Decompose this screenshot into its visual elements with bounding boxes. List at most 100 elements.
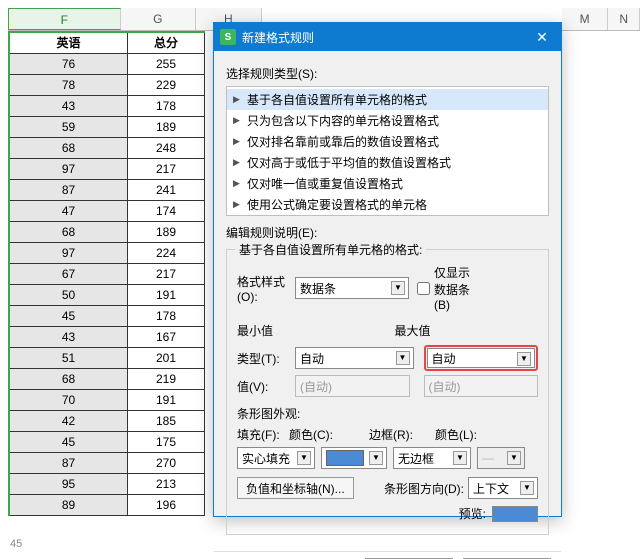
select-rule-type-label: 选择规则类型(S): (226, 65, 549, 82)
data-grid[interactable]: 英语总分762557822943178591896824897217872414… (8, 31, 205, 516)
table-cell[interactable]: 174 (128, 201, 205, 222)
value-label: 值(V): (237, 378, 295, 395)
chevron-down-icon: ▼ (297, 451, 311, 465)
close-icon[interactable]: ✕ (529, 29, 555, 46)
table-cell[interactable]: 95 (10, 474, 128, 495)
max-header: 最大值 (395, 322, 539, 339)
negative-axis-button[interactable]: 负值和坐标轴(N)... (237, 477, 354, 499)
table-cell[interactable]: 201 (128, 348, 205, 369)
table-cell[interactable]: 191 (128, 285, 205, 306)
color-l-label: 颜色(L): (435, 426, 493, 443)
rule-type-item[interactable]: ▶只为包含以下内容的单元格设置格式 (227, 110, 548, 131)
rule-settings-group: 基于各自值设置所有单元格的格式: 格式样式(O): 数据条▼ 仅显示数据条(B)… (226, 249, 549, 535)
group-legend: 基于各自值设置所有单元格的格式: (235, 241, 426, 258)
table-cell[interactable]: 219 (128, 369, 205, 390)
table-cell[interactable]: 196 (128, 495, 205, 516)
table-cell[interactable]: 270 (128, 453, 205, 474)
color-c-label: 颜色(C): (289, 426, 363, 443)
chevron-down-icon: ▼ (396, 351, 410, 365)
table-cell[interactable]: 50 (10, 285, 128, 306)
table-cell[interactable]: 178 (128, 306, 205, 327)
border-select[interactable]: 无边框▼ (393, 447, 471, 469)
table-cell[interactable]: 224 (128, 243, 205, 264)
table-cell[interactable]: 175 (128, 432, 205, 453)
table-header[interactable]: 英语 (10, 33, 128, 54)
table-cell[interactable]: 70 (10, 390, 128, 411)
triangle-icon: ▶ (233, 136, 243, 147)
rule-type-item[interactable]: ▶仅对高于或低于平均值的数值设置格式 (227, 152, 548, 173)
table-cell[interactable]: 255 (128, 54, 205, 75)
color-c-select[interactable]: ▼ (321, 447, 387, 469)
table-cell[interactable]: 185 (128, 411, 205, 432)
chevron-down-icon: ▼ (369, 451, 383, 465)
value-max-input: (自动) (424, 375, 539, 397)
bar-appearance-header: 条形图外观: (237, 405, 538, 422)
table-cell[interactable]: 87 (10, 453, 128, 474)
table-cell[interactable]: 89 (10, 495, 128, 516)
table-cell[interactable]: 87 (10, 180, 128, 201)
format-style-label: 格式样式(O): (237, 273, 295, 304)
type-max-select[interactable]: 自动▼ (427, 348, 536, 368)
col-header-n[interactable]: N (608, 8, 640, 30)
table-cell[interactable]: 43 (10, 96, 128, 117)
table-cell[interactable]: 68 (10, 138, 128, 159)
preview-swatch (492, 506, 538, 522)
table-cell[interactable]: 178 (128, 96, 205, 117)
chevron-down-icon: ▼ (391, 281, 405, 295)
table-cell[interactable]: 76 (10, 54, 128, 75)
table-cell[interactable]: 217 (128, 159, 205, 180)
show-bar-only-checkbox[interactable]: 仅显示数据条(B) (417, 264, 475, 312)
table-cell[interactable]: 43 (10, 327, 128, 348)
col-header-g[interactable]: G (121, 8, 196, 30)
table-cell[interactable]: 189 (128, 117, 205, 138)
table-cell[interactable]: 45 (10, 432, 128, 453)
color-l-select[interactable]: —▼ (477, 447, 525, 469)
table-cell[interactable]: 78 (10, 75, 128, 96)
chevron-down-icon: ▼ (520, 481, 534, 495)
triangle-icon: ▶ (233, 199, 243, 210)
table-cell[interactable]: 167 (128, 327, 205, 348)
table-cell[interactable]: 45 (10, 306, 128, 327)
rule-type-item[interactable]: ▶仅对排名靠前或靠后的数值设置格式 (227, 131, 548, 152)
type-label: 类型(T): (237, 350, 295, 367)
table-cell[interactable]: 59 (10, 117, 128, 138)
table-cell[interactable]: 42 (10, 411, 128, 432)
table-cell[interactable]: 217 (128, 264, 205, 285)
chevron-down-icon: ▼ (517, 352, 531, 366)
triangle-icon: ▶ (233, 94, 243, 105)
triangle-icon: ▶ (233, 178, 243, 189)
rule-type-item[interactable]: ▶使用公式确定要设置格式的单元格 (227, 194, 548, 215)
table-cell[interactable]: 241 (128, 180, 205, 201)
titlebar[interactable]: S 新建格式规则 ✕ (214, 23, 561, 51)
show-bar-only-input[interactable] (417, 282, 430, 295)
table-cell[interactable]: 229 (128, 75, 205, 96)
triangle-icon: ▶ (233, 115, 243, 126)
format-style-select[interactable]: 数据条▼ (295, 277, 409, 299)
preview-label: 预览: (459, 505, 486, 522)
table-cell[interactable]: 67 (10, 264, 128, 285)
table-cell[interactable]: 68 (10, 369, 128, 390)
dialog-title: 新建格式规则 (242, 29, 529, 46)
table-cell[interactable]: 189 (128, 222, 205, 243)
table-header[interactable]: 总分 (128, 33, 205, 54)
rule-type-item[interactable]: ▶基于各自值设置所有单元格的格式 (227, 89, 548, 110)
col-header-f[interactable]: F (8, 8, 121, 30)
table-cell[interactable]: 191 (128, 390, 205, 411)
edit-rule-desc-label: 编辑规则说明(E): (226, 224, 549, 241)
table-cell[interactable]: 213 (128, 474, 205, 495)
table-cell[interactable]: 51 (10, 348, 128, 369)
bar-direction-select[interactable]: 上下文▼ (468, 477, 538, 499)
table-cell[interactable]: 248 (128, 138, 205, 159)
table-cell[interactable]: 68 (10, 222, 128, 243)
table-cell[interactable]: 97 (10, 243, 128, 264)
col-header-m[interactable]: M (562, 8, 609, 30)
rule-type-listbox[interactable]: ▶基于各自值设置所有单元格的格式▶只为包含以下内容的单元格设置格式▶仅对排名靠前… (226, 86, 549, 216)
new-format-rule-dialog: S 新建格式规则 ✕ 选择规则类型(S): ▶基于各自值设置所有单元格的格式▶只… (213, 22, 562, 517)
rule-type-item[interactable]: ▶仅对唯一值或重复值设置格式 (227, 173, 548, 194)
fill-select[interactable]: 实心填充▼ (237, 447, 315, 469)
type-min-select[interactable]: 自动▼ (295, 347, 414, 369)
chevron-down-icon: ▼ (507, 451, 521, 465)
table-cell[interactable]: 47 (10, 201, 128, 222)
table-cell[interactable]: 97 (10, 159, 128, 180)
type-max-highlight: 自动▼ (424, 345, 539, 371)
